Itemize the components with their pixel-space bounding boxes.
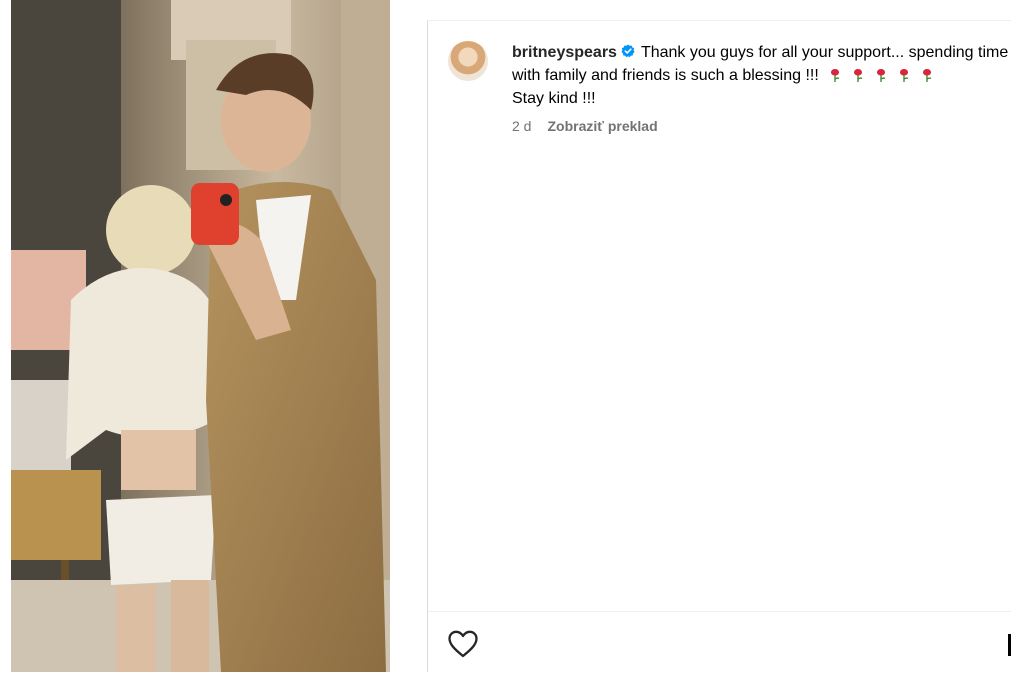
avatar[interactable] — [448, 41, 488, 81]
post-actions-bar — [428, 611, 1011, 674]
post-media-image[interactable] — [11, 0, 390, 672]
rose-emoji-row — [819, 67, 934, 84]
caption-comment: britneyspears Thank you guys for all you… — [448, 41, 1011, 134]
see-translation-button[interactable]: Zobraziť preklad — [547, 118, 657, 134]
caption-end-text: Stay kind !!! — [512, 90, 596, 107]
post-details-panel: britneyspears Thank you guys for all you… — [427, 20, 1011, 672]
photo-illustration — [11, 0, 390, 672]
rose-icon — [830, 69, 840, 82]
media-panel-gap — [390, 0, 427, 672]
caption-meta: 2 d Zobraziť preklad — [512, 118, 1011, 134]
caption-body: britneyspears Thank you guys for all you… — [512, 41, 1011, 134]
username-link[interactable]: britneyspears — [512, 44, 617, 61]
timestamp[interactable]: 2 d — [512, 118, 531, 134]
heart-icon[interactable] — [448, 630, 478, 658]
rose-icon — [853, 69, 863, 82]
rose-icon — [922, 69, 932, 82]
verified-badge-icon — [621, 44, 635, 58]
caption-text: britneyspears Thank you guys for all you… — [512, 41, 1011, 110]
page-margin — [0, 0, 11, 672]
rose-icon — [876, 69, 886, 82]
rose-icon — [899, 69, 909, 82]
